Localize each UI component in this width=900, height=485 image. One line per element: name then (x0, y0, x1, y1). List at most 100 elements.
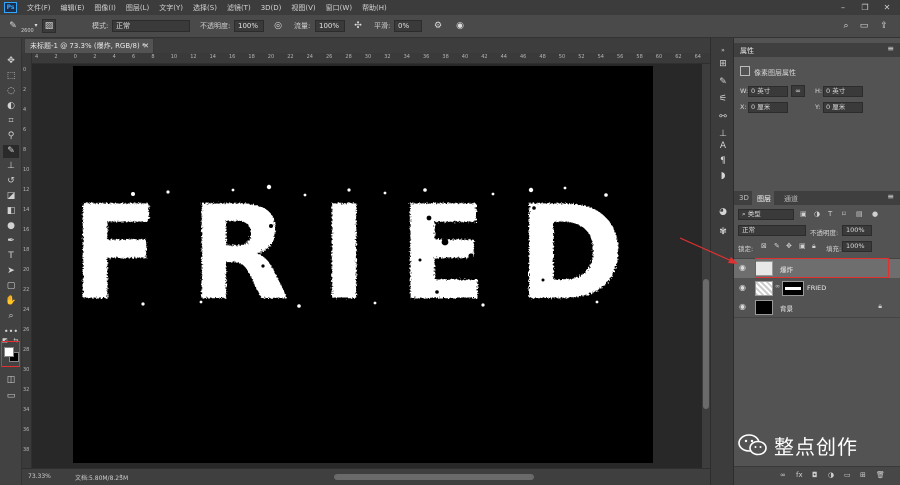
collapse-dock-icon[interactable]: » (716, 44, 730, 57)
smoothing-input[interactable]: 0% (394, 20, 422, 32)
blend-mode-select[interactable]: 正常 (738, 225, 806, 236)
new-group-icon[interactable]: ▭ (844, 471, 851, 479)
panel-menu-icon[interactable]: ≡ (887, 44, 894, 53)
menu-window[interactable]: 窗口(W) (321, 3, 357, 13)
filter-toggle-icon[interactable]: ● (872, 210, 878, 218)
status-menu-arrow-icon[interactable]: › (120, 472, 123, 480)
document-tab[interactable]: 未标题-1 @ 73.3% (爆炸, RGB/8) * ✕ (24, 38, 154, 53)
tab-layers[interactable]: 图层 (757, 194, 771, 204)
lock-transparent-icon[interactable]: ⊠ (761, 242, 767, 250)
shape-tool-icon[interactable]: ▢ (3, 280, 19, 293)
hand-tool-icon[interactable]: ✋ (3, 295, 19, 308)
w-input[interactable]: 0 英寸 (748, 86, 788, 97)
brush-tool-icon[interactable]: ✎ (7, 20, 19, 32)
color-panel-icon[interactable]: ◕ (716, 206, 730, 219)
h-input[interactable]: 0 英寸 (823, 86, 863, 97)
layers-panel-menu-icon[interactable]: ≡ (887, 192, 894, 201)
marquee-tool-icon[interactable]: ⬚ (3, 70, 19, 83)
zoom-tool-icon[interactable]: ⌕ (3, 310, 19, 323)
tab-3d[interactable]: 3D (739, 194, 749, 202)
link-dimensions-icon[interactable]: ∞ (791, 85, 805, 97)
glyphs-panel-icon[interactable]: ◗ (716, 170, 730, 183)
minimize-icon[interactable]: – (832, 0, 854, 15)
stamp-tool-icon[interactable]: ⊥ (3, 160, 19, 173)
quick-mask-icon[interactable]: ◫ (3, 374, 19, 387)
close-tab-icon[interactable]: ✕ (143, 39, 149, 53)
add-mask-icon[interactable]: ◘ (812, 471, 818, 479)
path-select-tool-icon[interactable]: ➤ (3, 265, 19, 278)
chevron-down-icon[interactable]: ▾ (30, 20, 42, 32)
fx-icon[interactable]: fx (796, 471, 803, 479)
eye-icon[interactable]: ◉ (739, 283, 746, 292)
menu-help[interactable]: 帮助(H) (357, 3, 392, 13)
quick-select-tool-icon[interactable]: ◐ (3, 100, 19, 113)
layer-row-background[interactable]: ◉ 背景 🔒︎ (734, 298, 900, 317)
move-tool-icon[interactable]: ✥ (3, 55, 19, 68)
adjustment-layer-icon[interactable]: ◑ (828, 471, 834, 479)
new-layer-icon[interactable]: ⊞ (860, 471, 866, 479)
tab-channels[interactable]: 通道 (784, 194, 798, 204)
filter-shape-icon[interactable]: ⌑ (842, 210, 846, 218)
flow-input[interactable]: 100% (315, 20, 345, 32)
menu-layer[interactable]: 图层(L) (121, 3, 154, 13)
mode-select[interactable]: 正常 (112, 20, 190, 32)
layer-row-fried[interactable]: ◉ ∞ FRIED (734, 279, 900, 298)
pen-tool-icon[interactable]: ✒ (3, 235, 19, 248)
lock-icon[interactable]: 🔒︎ (878, 302, 882, 311)
menu-file[interactable]: 文件(F) (22, 3, 56, 13)
lock-artboard-icon[interactable]: ▣ (799, 242, 806, 250)
pressure-size-icon[interactable]: ◉ (454, 20, 466, 32)
menu-view[interactable]: 视图(V) (286, 3, 320, 13)
lock-pixels-icon[interactable]: ✎ (774, 242, 780, 250)
link-layers-icon[interactable]: ∞ (780, 471, 786, 479)
x-input[interactable]: 0 厘米 (748, 102, 788, 113)
foreground-color-swatch[interactable] (4, 347, 14, 357)
eye-icon[interactable]: ◉ (739, 302, 746, 311)
paragraph-panel-icon[interactable]: ¶ (716, 155, 730, 168)
mask-link-icon[interactable]: ∞ (775, 283, 780, 290)
character-panel-icon[interactable]: A (716, 140, 730, 153)
eyedropper-tool-icon[interactable]: ⚲ (3, 130, 19, 143)
lasso-tool-icon[interactable]: ◌ (3, 85, 19, 98)
adjustments-panel-icon[interactable]: ⚟ (716, 93, 730, 106)
status-zoom[interactable]: 73.33% (28, 473, 51, 480)
brush-tool-icon[interactable]: ✎ (3, 145, 19, 158)
brushes-panel-icon[interactable]: ✎ (716, 76, 730, 89)
pressure-opacity-icon[interactable]: ◎ (272, 20, 284, 32)
eraser-tool-icon[interactable]: ◪ (3, 190, 19, 203)
screen-mode-icon[interactable]: ▭ (3, 390, 19, 403)
menu-select[interactable]: 选择(S) (188, 3, 222, 13)
canvas[interactable]: FRIED (73, 66, 653, 463)
layer-filter-select[interactable]: ⌕ 类型 (738, 209, 794, 220)
search-icon[interactable]: ⌕ (840, 20, 852, 32)
lock-all-icon[interactable]: 🔒︎ (812, 242, 816, 251)
tool-presets-icon[interactable]: ⚯ (716, 111, 730, 124)
history-panel-icon[interactable]: ⊞ (716, 58, 730, 71)
restore-icon[interactable]: ❐ (854, 0, 876, 15)
gradient-tool-icon[interactable]: ◧ (3, 205, 19, 218)
brush-panel-icon[interactable]: ▨ (42, 19, 56, 33)
menu-type[interactable]: 文字(Y) (154, 3, 188, 13)
y-input[interactable]: 0 厘米 (823, 102, 863, 113)
fill-input[interactable]: 100% (842, 241, 872, 252)
menu-3d[interactable]: 3D(D) (256, 4, 287, 12)
dodge-tool-icon[interactable]: ● (3, 220, 19, 233)
filter-pixel-icon[interactable]: ▣ (800, 210, 807, 218)
menu-filter[interactable]: 滤镜(T) (222, 3, 256, 13)
delete-layer-icon[interactable]: 🗑︎ (876, 471, 885, 479)
filter-smart-object-icon[interactable]: ▤ (856, 210, 863, 218)
share-icon[interactable]: ⇪ (878, 20, 890, 32)
horizontal-scroll-thumb[interactable] (334, 474, 534, 480)
menu-image[interactable]: 图像(I) (89, 3, 121, 13)
airbrush-icon[interactable]: ✣ (352, 20, 364, 32)
layer-opacity-input[interactable]: 100% (842, 225, 872, 236)
gear-icon[interactable]: ⚙ (432, 20, 444, 32)
properties-title[interactable]: 属性 (740, 46, 754, 56)
filter-type-icon[interactable]: T (828, 210, 832, 218)
close-icon[interactable]: ✕ (876, 0, 898, 15)
type-tool-icon[interactable]: T (3, 250, 19, 263)
opacity-input[interactable]: 100% (234, 20, 264, 32)
layer-mask-thumbnail[interactable] (782, 281, 804, 296)
history-brush-icon[interactable]: ↺ (3, 175, 19, 188)
vertical-scroll-thumb[interactable] (703, 279, 709, 409)
